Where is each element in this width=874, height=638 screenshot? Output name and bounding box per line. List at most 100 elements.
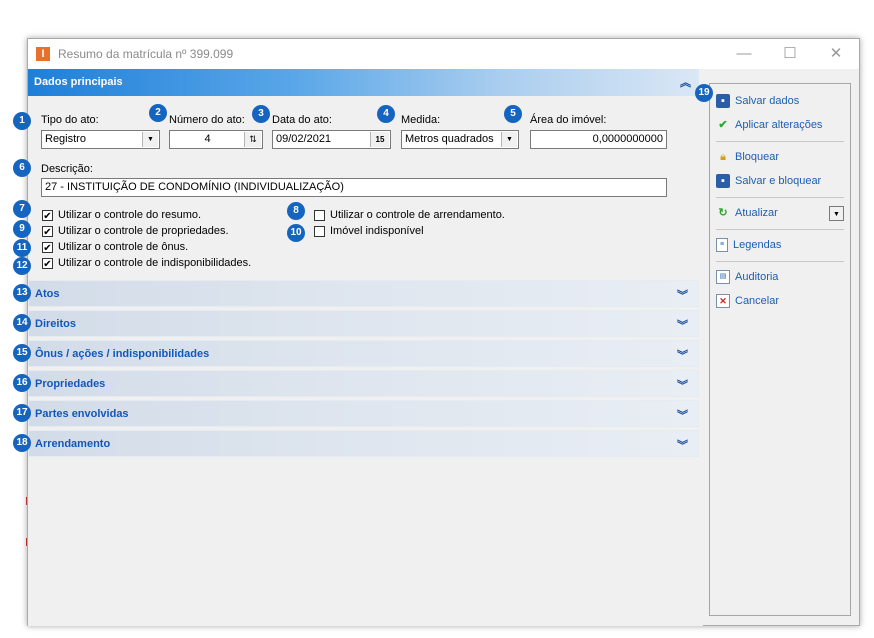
checkbox-label: Utilizar o controle de ônus. [58,241,189,254]
tipo-label: Tipo do ato: [41,114,99,126]
action-label: Salvar dados [735,95,800,107]
atualizar-button[interactable]: ↻ Atualizar [716,204,778,222]
checkbox-checked-icon[interactable]: ✔ [42,225,53,238]
checkbox-indisponibilidades[interactable]: ✔ Utilizar o controle de indisponibilidad… [42,257,251,272]
separator [716,261,844,262]
chevron-down-icon[interactable]: ▼ [501,132,517,147]
chevron-down-icon[interactable]: ︾ [677,407,688,423]
callout-badge: 15 [13,344,31,362]
legendas-button[interactable]: ≡ Legendas [716,236,781,254]
auditoria-button[interactable]: ▤ Auditoria [716,268,778,286]
callout-badge: 5 [504,105,522,123]
data-field[interactable]: 09/02/2021 15 [272,130,391,149]
salvar-e-bloquear-button[interactable]: ▪ Salvar e bloquear [716,172,821,190]
section-onus[interactable]: Ônus / ações / indisponibilidades ︾ [28,340,699,367]
action-label: Legendas [733,239,782,251]
stepper-icon[interactable]: ⇅ [244,132,261,147]
callout-badge: 14 [13,314,31,332]
checkbox-propriedades[interactable]: ✔ Utilizar o controle de propriedades. [42,225,229,240]
section-title: Direitos [35,318,76,330]
chevron-down-icon[interactable]: ︾ [677,377,688,393]
area-field[interactable]: 0,0000000000 [530,130,667,149]
checkbox-unchecked-icon[interactable] [314,209,325,221]
descricao-field[interactable]: 27 - INSTITUIÇÃO DE CONDOMÍNIO (INDIVIDU… [41,178,667,197]
checkbox-arrendamento[interactable]: Utilizar o controle de arrendamento. [314,209,505,224]
action-label: Salvar e bloquear [735,175,822,187]
action-label: Auditoria [735,271,779,283]
checkbox-label: Imóvel indisponível [330,225,424,238]
numero-label: Número do ato: [169,114,245,126]
action-label: Cancelar [735,295,780,307]
separator [716,141,844,142]
section-title: Partes envolvidas [35,408,129,420]
close-button[interactable]: ✕ [813,39,859,69]
section-arrendamento[interactable]: Arrendamento ︾ [28,430,699,457]
refresh-icon: ↻ [718,207,728,220]
tipo-select[interactable]: Registro ▼ [41,130,160,149]
medida-select[interactable]: Metros quadrados ▼ [401,130,519,149]
salvar-dados-button[interactable]: ▪ Salvar dados [716,92,799,110]
callout-badge: 9 [13,220,31,238]
chevron-down-icon[interactable]: ︾ [677,287,688,303]
action-label: Atualizar [735,207,778,219]
document-icon: ≡ [716,238,728,253]
checkbox-resumo[interactable]: ✔ Utilizar o controle do resumo. [42,209,201,224]
checkbox-label: Utilizar o controle de propriedades. [58,225,229,238]
checkbox-onus[interactable]: ✔ Utilizar o controle de ônus. [42,241,188,256]
cancel-icon: ✕ [716,294,730,309]
data-value: 09/02/2021 [276,133,332,145]
callout-badge: 13 [13,284,31,302]
maximize-button[interactable]: ☐ [767,39,813,69]
checkbox-unchecked-icon[interactable] [314,225,325,237]
chevron-down-icon[interactable]: ︾ [677,347,688,363]
descricao-value: 27 - INSTITUIÇÃO DE CONDOMÍNIO (INDIVIDU… [45,181,344,193]
bloquear-button[interactable]: 🔒︎ Bloquear [716,148,779,166]
callout-badge: 1 [13,112,31,130]
section-partes-envolvidas[interactable]: Partes envolvidas ︾ [28,400,699,427]
descricao-label: Descrição: [41,163,93,175]
section-dados-principais-header[interactable]: Dados principais ︽ [28,69,699,96]
medida-value: Metros quadrados [405,133,494,145]
callout-badge: 10 [287,224,305,242]
dialog-window: I Resumo da matrícula nº 399.099 — ☐ ✕ D… [27,38,860,626]
checkbox-imovel-indisponivel[interactable]: Imóvel indisponível [314,225,424,240]
section-propriedades[interactable]: Propriedades ︾ [28,370,699,397]
numero-value: 4 [204,133,211,145]
callout-badge: 6 [13,159,31,177]
callout-badge: 3 [252,105,270,123]
medida-label: Medida: [401,114,441,126]
callout-badge: 17 [13,404,31,422]
callout-badge: 11 [13,239,31,257]
checkmark-icon: ✔ [718,119,728,132]
section-direitos[interactable]: Direitos ︾ [28,310,699,337]
area-label: Área do imóvel: [530,114,607,126]
chevron-down-icon[interactable]: ︾ [677,437,688,453]
checkbox-label: Utilizar o controle do resumo. [58,209,202,222]
minimize-button[interactable]: — [721,39,767,69]
checkbox-checked-icon[interactable]: ✔ [42,257,53,270]
audit-table-icon: ▤ [716,270,730,285]
checkbox-label: Utilizar o controle de arrendamento. [330,209,505,222]
area-value: 0,0000000000 [592,133,663,145]
callout-badge: 4 [377,105,395,123]
calendar-icon[interactable]: 15 [370,132,389,147]
separator [716,197,844,198]
main-pane: Dados principais ︽ Tipo do ato: Número d… [28,69,703,626]
section-title: Dados principais [34,76,123,88]
chevron-down-icon[interactable]: ▼ [142,132,158,147]
app-icon: I [36,47,50,61]
callout-badge: 8 [287,202,305,220]
section-atos[interactable]: Atos ︾ [28,280,699,307]
chevron-down-icon[interactable]: ︾ [677,317,688,333]
aplicar-alteracoes-button[interactable]: ✔ Aplicar alterações [716,116,822,134]
lock-icon: 🔒︎ [720,151,726,164]
cancelar-button[interactable]: ✕ Cancelar [716,292,779,310]
checkbox-checked-icon[interactable]: ✔ [42,241,53,254]
checkbox-label: Utilizar o controle de indisponibilidade… [58,257,252,270]
atualizar-dropdown-icon[interactable]: ▼ [829,206,844,221]
callout-badge: 12 [13,257,31,275]
chevron-up-icon[interactable]: ︽ [680,74,691,90]
numero-stepper[interactable]: 4 ⇅ [169,130,263,149]
save-icon: ▪ [716,94,730,109]
checkbox-checked-icon[interactable]: ✔ [42,209,53,222]
